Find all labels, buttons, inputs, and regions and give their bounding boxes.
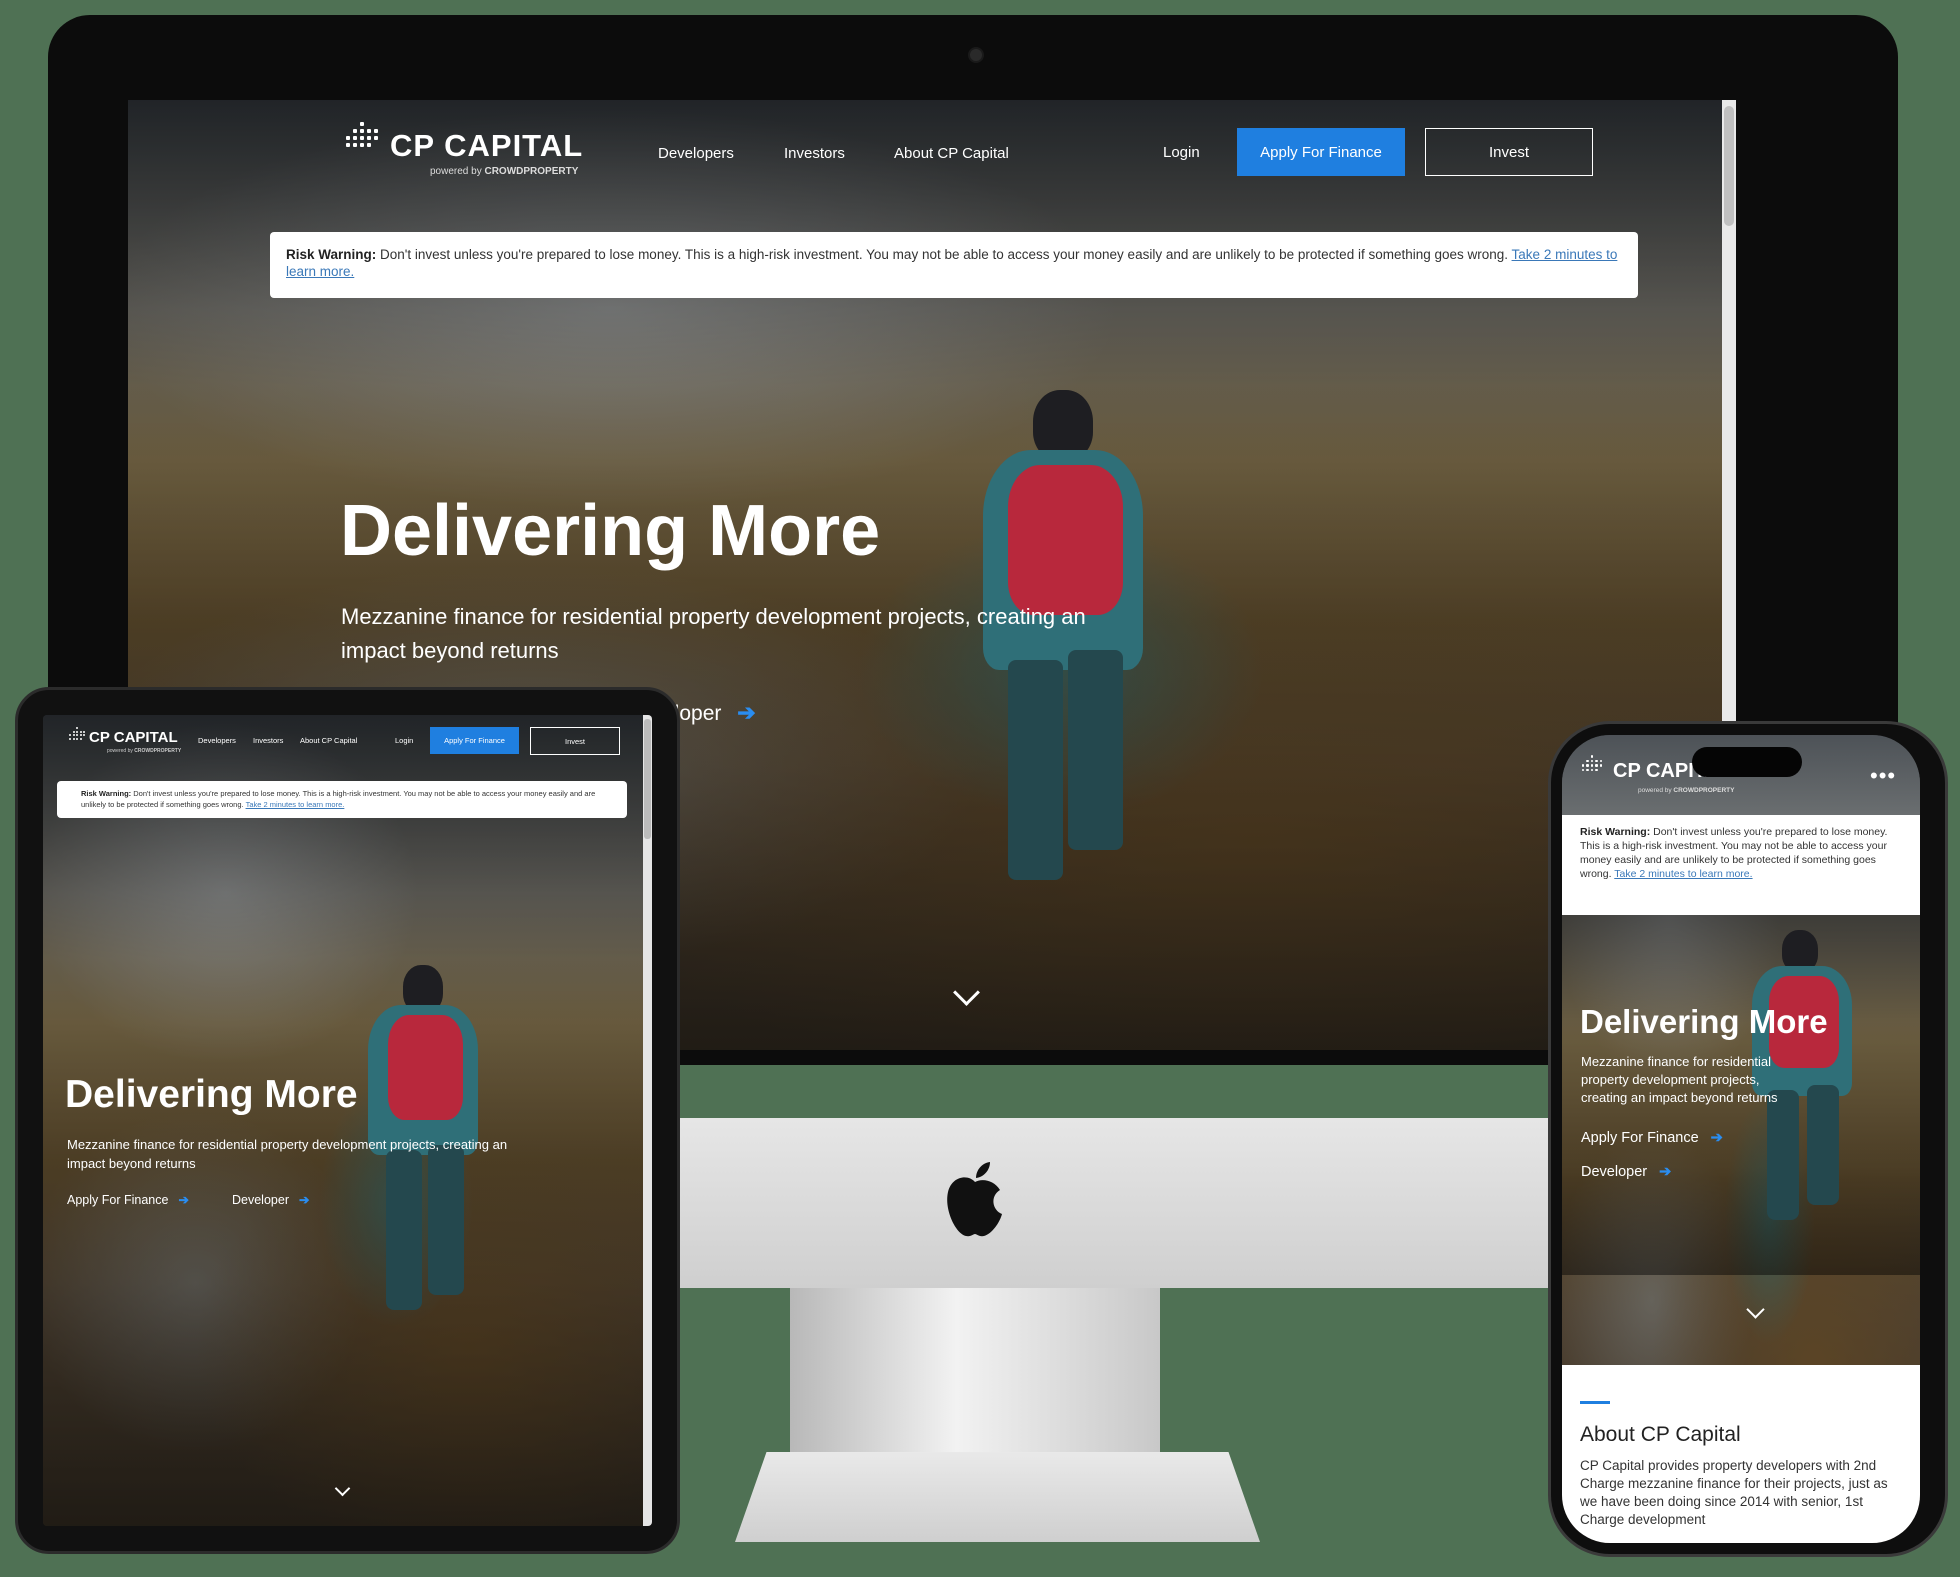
- brand-name: CP CAPITAL: [390, 128, 584, 163]
- phone-developer-link[interactable]: Developer ➔: [1581, 1164, 1671, 1180]
- tablet-apply-finance-link[interactable]: Apply For Finance ➔: [67, 1192, 189, 1207]
- nav-about[interactable]: About CP Capital: [894, 145, 1009, 162]
- tablet-apply-button[interactable]: Apply For Finance: [430, 727, 519, 754]
- phone-apply-finance-link[interactable]: Apply For Finance ➔: [1581, 1130, 1723, 1146]
- arrow-right-icon: ➔: [178, 1193, 189, 1207]
- nav-login[interactable]: Login: [1163, 144, 1200, 161]
- tablet-nav-developers[interactable]: Developers: [198, 736, 236, 745]
- tablet-nav-investors[interactable]: Investors: [253, 736, 283, 745]
- apple-logo-icon: [940, 1160, 1010, 1240]
- arrow-right-icon: ➔: [737, 700, 756, 725]
- phone-brand-powered: powered by CROWDPROPERTY: [1638, 787, 1735, 794]
- tablet-nav-about[interactable]: About CP Capital: [300, 736, 357, 745]
- scrollbar-thumb[interactable]: [1724, 106, 1734, 226]
- desktop-stand-base: [735, 1452, 1260, 1542]
- arrow-right-icon: ➔: [1659, 1164, 1672, 1180]
- about-body: CP Capital provides property developers …: [1580, 1458, 1888, 1527]
- desktop-stand-neck: [790, 1288, 1160, 1458]
- phone-learn-more-link[interactable]: Take 2 minutes to learn more.: [1614, 868, 1752, 880]
- tablet-brand-powered: powered by CROWDPROPERTY: [107, 748, 182, 754]
- invest-button[interactable]: Invest: [1425, 128, 1593, 176]
- hero-title: Delivering More: [340, 491, 881, 571]
- tablet-hero-title: Delivering More: [65, 1073, 358, 1116]
- tablet-screen: CP CAPITAL powered by CROWDPROPERTY Deve…: [43, 715, 652, 1526]
- phone-screen: CP CAPITAL powered by CROWDPROPERTY ••• …: [1562, 735, 1920, 1543]
- phone-chevron-down-icon[interactable]: [1746, 1300, 1765, 1319]
- phone-dynamic-island: [1692, 747, 1802, 777]
- risk-label: Risk Warning:: [286, 247, 377, 262]
- tablet-invest-button[interactable]: Invest: [530, 727, 620, 755]
- phone-logo-grid-icon: [1582, 755, 1602, 771]
- phone-risk-warning: Risk Warning: Don't invest unless you're…: [1562, 815, 1920, 915]
- nav-developers[interactable]: Developers: [658, 145, 734, 162]
- desktop-camera: [968, 47, 984, 63]
- risk-text: Don't invest unless you're prepared to l…: [376, 247, 1509, 262]
- tablet-developer-link[interactable]: Developer ➔: [232, 1192, 309, 1207]
- arrow-right-icon: ➔: [1710, 1130, 1723, 1146]
- tablet-brand-name[interactable]: CP CAPITAL: [89, 729, 178, 746]
- arrow-right-icon: ➔: [298, 1193, 310, 1207]
- nav-investors[interactable]: Investors: [784, 145, 845, 162]
- tablet-logo-grid-icon: [69, 727, 85, 740]
- tablet-scrollbar[interactable]: [643, 715, 652, 1526]
- hero-subtitle: Mezzanine finance for residential proper…: [341, 604, 1086, 663]
- tablet-learn-more-link[interactable]: Take 2 minutes to learn more.: [246, 800, 345, 809]
- brand-powered: powered by CROWDPROPERTY: [430, 166, 579, 177]
- about-accent-bar: [1580, 1401, 1610, 1404]
- risk-warning-banner: Risk Warning: Don't invest unless you're…: [270, 232, 1638, 298]
- tablet-hero-subtitle: Mezzanine finance for residential proper…: [67, 1137, 508, 1171]
- about-title: About CP Capital: [1580, 1423, 1741, 1446]
- phone-hero-subtitle: Mezzanine finance for residential proper…: [1581, 1054, 1778, 1105]
- apply-for-finance-button[interactable]: Apply For Finance: [1237, 128, 1405, 176]
- tablet-scroll-thumb[interactable]: [644, 719, 651, 839]
- tablet-risk-warning: Risk Warning: Don't invest unless you're…: [57, 781, 627, 818]
- tablet-nav-login[interactable]: Login: [395, 736, 413, 745]
- tablet-hero-overlay: [43, 715, 652, 1526]
- more-dots-icon[interactable]: •••: [1870, 763, 1896, 789]
- logo-grid-icon: [346, 122, 378, 147]
- phone-hero-title: Delivering More: [1580, 1003, 1828, 1040]
